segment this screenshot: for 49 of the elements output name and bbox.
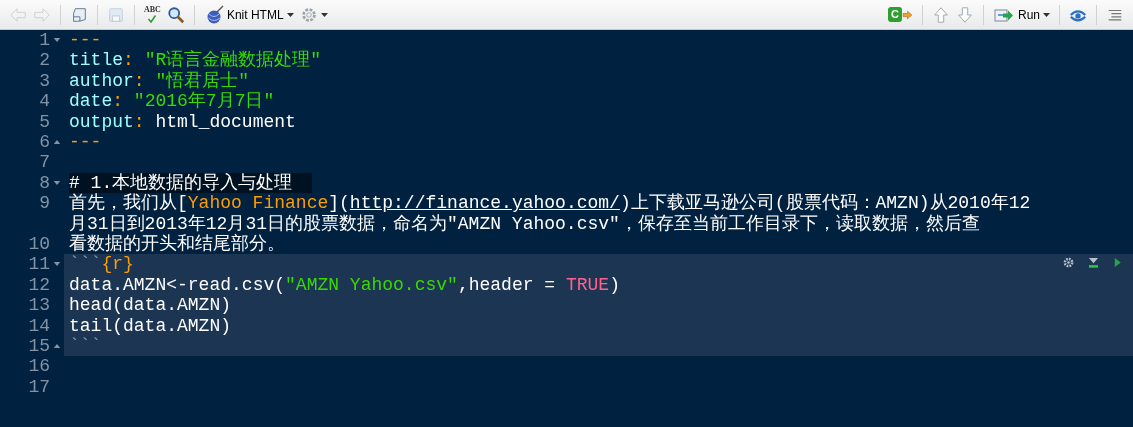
code-line: author: "悟君居士" xyxy=(69,70,250,91)
code-line: title: "R语言金融数据处理" xyxy=(69,50,322,71)
line-number: 1 xyxy=(39,30,50,51)
down-arrow-icon xyxy=(956,5,974,24)
line-number: 12 xyxy=(28,274,50,296)
line-number: 3 xyxy=(39,70,50,92)
fold-arrow-icon[interactable] xyxy=(53,342,61,351)
line-number: 4 xyxy=(39,91,50,112)
code-line: data.AMZN<-read.csv("AMZN Yahoo.csv",header = TRUE) xyxy=(69,274,620,296)
code-line: 看数据的开头和结尾部分。 xyxy=(69,234,285,255)
knit-button[interactable]: Knit HTML xyxy=(200,2,297,27)
settings-icon xyxy=(299,5,318,24)
run-button[interactable]: Run xyxy=(990,2,1053,27)
fold-arrow-icon[interactable] xyxy=(53,36,61,44)
fold-arrow-icon[interactable] xyxy=(53,138,61,147)
code-line: --- xyxy=(69,30,102,51)
line-number: 6 xyxy=(39,132,50,153)
run-previous-icon[interactable] xyxy=(1087,256,1100,270)
settings-icon[interactable] xyxy=(1062,256,1075,270)
code-line: ```{r} xyxy=(69,254,134,275)
line-number: 11 xyxy=(28,254,50,275)
line-number: 14 xyxy=(28,315,50,337)
line-number: 2 xyxy=(39,50,50,71)
forward-arrow-icon xyxy=(33,5,51,24)
code-line: tail(data.AMZN) xyxy=(69,315,232,337)
line-number: 15 xyxy=(28,336,50,357)
line-number: 7 xyxy=(39,152,50,173)
search-icon xyxy=(166,5,185,24)
line-number: 5 xyxy=(39,111,50,133)
code-line: --- xyxy=(69,132,102,153)
line-number: 8 xyxy=(39,172,50,194)
fold-arrow-icon[interactable] xyxy=(53,178,61,187)
line-number: 9 xyxy=(39,193,50,214)
up-arrow-icon xyxy=(932,5,950,24)
code-line: ``` xyxy=(69,336,102,357)
line-number: 13 xyxy=(28,295,50,316)
code-line: output: html_document xyxy=(69,111,296,132)
line-number: 17 xyxy=(28,376,50,398)
check-icon xyxy=(146,13,159,24)
arrow-icon xyxy=(902,7,913,22)
code-line: 首先，我们从[Yahoo Finance](http://finance.yahoo.com/)上下载亚马逊公司(股票代码：AMZN)从2010年12 xyxy=(69,193,1031,214)
back-arrow-icon xyxy=(9,5,27,24)
code-line: 月31日到2013年12月31日的股票数据，命名为"AMZN Yahoo.csv"，保存至当前工作目录下，读取数据，然后查 xyxy=(69,213,980,234)
code-line: head(data.AMZN) xyxy=(69,295,232,316)
page-icon xyxy=(70,5,88,24)
spellcheck-button[interactable]: ABC xyxy=(141,2,164,27)
line-number: 16 xyxy=(28,356,50,377)
code-line: date: "2016年7月7日" xyxy=(69,91,275,112)
line-number: 10 xyxy=(28,234,50,255)
